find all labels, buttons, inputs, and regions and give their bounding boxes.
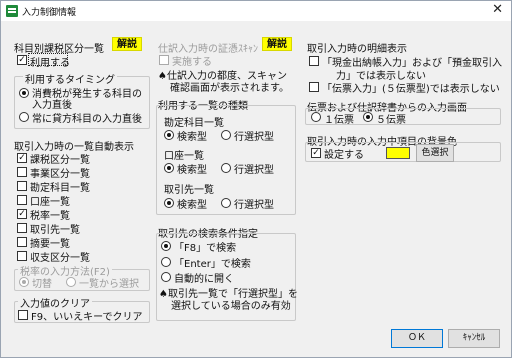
timing-opt1-line2: 入力直後	[32, 100, 72, 111]
list1-label: 勘定科目一覧	[164, 118, 224, 129]
auto-checkbox-0[interactable]: ✓	[17, 153, 27, 163]
auto-item-4: 税率一覧	[30, 211, 70, 222]
detail-display-title: 取引入力時の明細表示	[307, 44, 407, 55]
focus-indicator	[28, 53, 68, 66]
auto-checkbox-7[interactable]	[17, 251, 27, 261]
auto-item-3: 口座一覧	[30, 197, 70, 208]
detail-opt2-label: 「伝票入力」(５伝票型)では表示しない	[322, 84, 500, 95]
bg-setting-label: 設定する	[324, 150, 364, 161]
bg-setting-checkbox[interactable]: ✓	[311, 148, 321, 158]
list2-label: 口座一覧	[164, 151, 204, 162]
timing-group-title: 利用するタイミング	[23, 71, 117, 86]
auto-item-7: 収支区分一覧	[30, 253, 90, 264]
list3-label: 取引先一覧	[164, 185, 214, 196]
dialog-window: 入力制御情報 ✕ 科目別課税区分一覧 解説 ✓ 利用する 利用するタイミング 消…	[0, 0, 512, 358]
list3-row-label: 行選択型	[234, 200, 274, 211]
auto-checkbox-1[interactable]	[17, 167, 27, 177]
close-icon[interactable]: ✕	[492, 2, 503, 17]
partner-enter-radio[interactable]	[161, 257, 171, 267]
partner-enter-label: 「Enter」で検索	[174, 259, 251, 270]
slip-5-radio[interactable]	[363, 112, 373, 122]
slip-1-radio[interactable]	[311, 112, 321, 122]
auto-checkbox-4[interactable]: ✓	[17, 209, 27, 219]
timing-opt2-radio[interactable]	[19, 112, 29, 122]
color-select-button[interactable]: 色選択	[416, 144, 454, 162]
partner-f8-radio[interactable]	[161, 241, 171, 251]
list2-row-radio[interactable]	[221, 163, 231, 173]
timing-opt1-radio[interactable]	[19, 88, 29, 98]
clear-label: F9、いいえキーでクリア	[31, 312, 143, 323]
auto-item-0: 課税区分一覧	[30, 155, 90, 166]
partner-auto-radio[interactable]	[161, 272, 171, 282]
ok-button[interactable]: ＯＫ	[391, 329, 443, 348]
partner-note-line2: 選択している場合のみ有効	[171, 301, 291, 312]
app-icon	[6, 5, 18, 17]
taxrate-toggle-radio[interactable]	[19, 277, 29, 287]
auto-item-1: 事業区分一覧	[30, 169, 90, 180]
detail-opt2-checkbox[interactable]	[309, 82, 319, 92]
taxrate-toggle-label: 切替	[32, 279, 52, 290]
auto-checkbox-5[interactable]	[17, 223, 27, 233]
clear-checkbox[interactable]	[18, 310, 28, 320]
list1-row-radio[interactable]	[221, 130, 231, 140]
list2-row-label: 行選択型	[234, 165, 274, 176]
list2-search-label: 検索型	[177, 165, 207, 176]
partner-f8-label: 「F8」で検索	[174, 243, 237, 254]
list3-search-label: 検索型	[177, 200, 207, 211]
auto-item-6: 摘要一覧	[30, 239, 70, 250]
voucher-scan-help-badge[interactable]: 解説	[262, 37, 292, 51]
cancel-button[interactable]: ｷｬﾝｾﾙ	[448, 329, 500, 348]
slip-1-label: １伝票	[324, 115, 354, 126]
bg-color-swatch	[386, 147, 410, 159]
list1-row-label: 行選択型	[234, 132, 274, 143]
auto-item-2: 勘定科目一覧	[30, 183, 90, 194]
slip-5-label: ５伝票	[376, 115, 406, 126]
voucher-exec-label: 実施する	[172, 57, 212, 68]
tax-category-help-badge[interactable]: 解説	[112, 37, 142, 51]
timing-opt2-label: 常に貸方科目の入力直後	[32, 114, 142, 125]
voucher-note-line2: 確認画面が表示されます。	[170, 83, 289, 94]
title-bar: 入力制御情報 ✕	[1, 1, 511, 21]
taxrate-list-radio[interactable]	[66, 277, 76, 287]
list2-search-radio[interactable]	[164, 163, 174, 173]
voucher-exec-checkbox[interactable]	[159, 55, 169, 65]
window-title: 入力制御情報	[22, 8, 77, 18]
use-checkbox[interactable]: ✓	[17, 55, 27, 65]
auto-checkbox-6[interactable]	[17, 237, 27, 247]
detail-opt1-checkbox[interactable]	[309, 56, 319, 66]
auto-checkbox-3[interactable]	[17, 195, 27, 205]
taxrate-list-label: 一覧から選択	[79, 279, 139, 290]
list1-search-label: 検索型	[177, 132, 207, 143]
auto-checkbox-2[interactable]	[17, 181, 27, 191]
partner-auto-label: 自動的に開く	[174, 274, 234, 285]
list3-search-radio[interactable]	[164, 198, 174, 208]
list3-row-radio[interactable]	[221, 198, 231, 208]
list1-search-radio[interactable]	[164, 130, 174, 140]
auto-item-5: 取引先一覧	[30, 225, 80, 236]
